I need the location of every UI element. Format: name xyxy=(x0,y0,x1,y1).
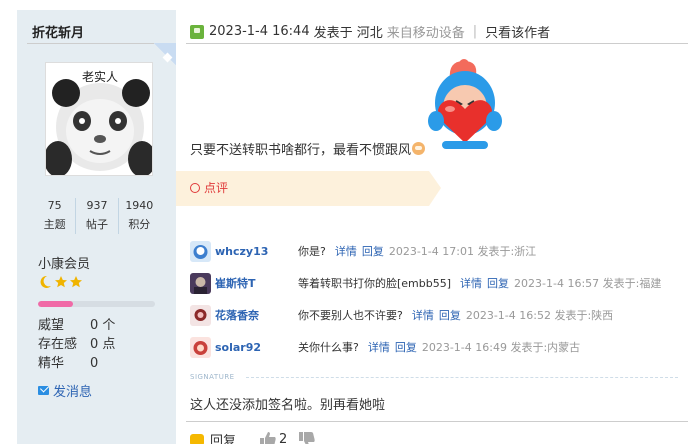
user-stats: 75 主题 937 帖子 1940 积分 xyxy=(34,198,160,234)
post-datetime: 2023-1-4 16:44 xyxy=(209,24,310,39)
user-avatar-icon xyxy=(190,240,211,262)
signature-label: SIGNATURE xyxy=(190,373,235,381)
level-progress-fill xyxy=(38,301,74,307)
commenter-avatar[interactable] xyxy=(190,272,211,294)
prop-value: 0 点 xyxy=(90,337,116,352)
user-grade[interactable]: 小康会员 xyxy=(38,253,90,272)
thumbs-up-icon[interactable] xyxy=(260,432,276,444)
panda-meme-avatar-icon: 老实人 xyxy=(46,63,152,175)
rating-header: 点评 xyxy=(190,179,228,196)
commenter-avatar[interactable] xyxy=(190,304,211,326)
user-properties: 威望 0 个 存在感 0 点 精华 0 xyxy=(38,316,115,373)
moon-star-star-icon xyxy=(40,275,82,288)
prop-key: 存在感 xyxy=(38,337,78,352)
commenter-name[interactable]: solar92 xyxy=(215,341,298,354)
post-content: 只要不送转职书啥都行，最看不惯跟风 xyxy=(190,139,426,158)
like-count: 2 xyxy=(279,432,288,444)
commenter-avatar[interactable] xyxy=(190,336,211,358)
author-sidebar: 折花斩月 老实人 75 主题 937 帖子 1940 积分 小康会员 威望 0 … xyxy=(17,10,176,444)
comment-time: 2023-1-4 16:49 发表于:内蒙古 xyxy=(421,341,581,354)
thumbs-down-icon[interactable] xyxy=(299,432,315,444)
comment-item: 花落香奈 你不要别人也不许要? 详情 回复 2023-1-4 16:52 发表于… xyxy=(190,299,680,331)
stat-points[interactable]: 1940 积分 xyxy=(119,198,160,234)
comment-reply-link[interactable]: 回复 xyxy=(439,307,461,323)
send-message-link[interactable]: 发消息 xyxy=(38,381,92,400)
divider xyxy=(186,421,688,422)
stat-label: 帖子 xyxy=(85,218,108,231)
online-status-icon xyxy=(190,24,204,39)
comment-time: 2023-1-4 17:01 发表于:浙江 xyxy=(388,245,537,258)
comment-reply-link[interactable]: 回复 xyxy=(395,339,417,355)
prop-key: 威望 xyxy=(38,318,65,333)
comment-detail-link[interactable]: 详情 xyxy=(412,307,434,323)
post-actions: 回复 2 xyxy=(190,430,315,444)
stat-threads[interactable]: 75 主题 xyxy=(34,198,77,234)
comment-detail-link[interactable]: 详情 xyxy=(335,243,357,259)
stat-label: 主题 xyxy=(43,218,66,231)
comment-text: 你是? xyxy=(298,245,326,258)
reply-icon[interactable] xyxy=(190,433,204,444)
signature-divider xyxy=(246,377,678,378)
rating-label: 点评 xyxy=(204,181,229,195)
dog-emoji-icon xyxy=(412,142,426,155)
stat-posts[interactable]: 937 帖子 xyxy=(76,198,119,234)
author-name[interactable]: 折花斩月 xyxy=(32,22,84,41)
divider xyxy=(186,43,688,44)
hug-heart-sticker xyxy=(428,57,502,151)
avatar-caption: 老实人 xyxy=(82,69,118,84)
post-device: 来自移动设备 xyxy=(386,26,465,41)
comment-reply-link[interactable]: 回复 xyxy=(362,243,384,259)
prop-key: 精华 xyxy=(38,356,65,371)
send-message-label: 发消息 xyxy=(53,385,93,400)
envelope-icon xyxy=(38,386,49,395)
comment-detail-link[interactable]: 详情 xyxy=(368,339,390,355)
comment-time: 2023-1-4 16:52 发表于:陕西 xyxy=(465,309,614,322)
post-meta: 2023-1-4 16:44 发表于 河北 来自移动设备 | 只看该作者 xyxy=(190,22,550,41)
commenter-avatar[interactable] xyxy=(190,240,211,262)
avatar[interactable]: 老实人 xyxy=(45,62,153,176)
signature-text: 这人还没添加签名啦。别再看她啦 xyxy=(190,398,386,413)
prop-prestige: 威望 0 个 xyxy=(38,316,115,335)
comment-list: whczy13 你是? 详情 回复 2023-1-4 17:01 发表于:浙江 … xyxy=(190,235,680,363)
comment-item: solar92 关你什么事? 详情 回复 2023-1-4 16:49 发表于:… xyxy=(190,331,680,363)
user-avatar-icon xyxy=(190,272,211,294)
prop-value: 0 xyxy=(90,356,99,371)
comment-reply-link[interactable]: 回复 xyxy=(487,275,509,291)
comment-text: 关你什么事? xyxy=(298,341,359,354)
post-location: 发表于 河北 xyxy=(313,26,383,41)
post-text: 只要不送转职书啥都行，最看不惯跟风 xyxy=(190,143,412,158)
comment-item: whczy13 你是? 详情 回复 2023-1-4 17:01 发表于:浙江 xyxy=(190,235,680,267)
comment-time: 2023-1-4 16:57 发表于:福建 xyxy=(514,277,662,290)
comment-text: 等着转职书打你的脸[embb55] xyxy=(298,277,452,290)
commenter-name[interactable]: 花落香奈 xyxy=(215,307,298,323)
stat-value: 1940 xyxy=(125,199,154,212)
only-author-link[interactable]: 只看该作者 xyxy=(485,22,550,41)
prop-presence: 存在感 0 点 xyxy=(38,335,115,354)
stat-value: 937 xyxy=(86,199,108,212)
prop-essence: 精华 0 xyxy=(38,354,115,373)
user-avatar-icon xyxy=(190,336,211,358)
reply-button[interactable]: 回复 xyxy=(210,430,236,444)
comment-detail-link[interactable]: 详情 xyxy=(460,275,482,291)
heart-hug-emoji-icon xyxy=(428,59,502,149)
rating-circle-icon xyxy=(190,182,200,193)
user-avatar-icon xyxy=(190,304,211,326)
rank-stars xyxy=(38,275,84,293)
stat-value: 75 xyxy=(47,199,62,212)
meta-separator: | xyxy=(472,24,478,39)
commenter-name[interactable]: 崔斯特T xyxy=(215,275,298,291)
comment-text: 你不要别人也不许要? xyxy=(298,309,403,322)
comment-item: 崔斯特T 等着转职书打你的脸[embb55] 详情 回复 2023-1-4 16… xyxy=(190,267,680,299)
post-body: 2023-1-4 16:44 发表于 河北 来自移动设备 | 只看该作者 只要不… xyxy=(176,10,688,444)
stat-label: 积分 xyxy=(128,218,151,231)
level-progress-bar xyxy=(38,301,155,307)
commenter-name[interactable]: whczy13 xyxy=(215,245,298,258)
prop-value: 0 个 xyxy=(90,318,116,333)
